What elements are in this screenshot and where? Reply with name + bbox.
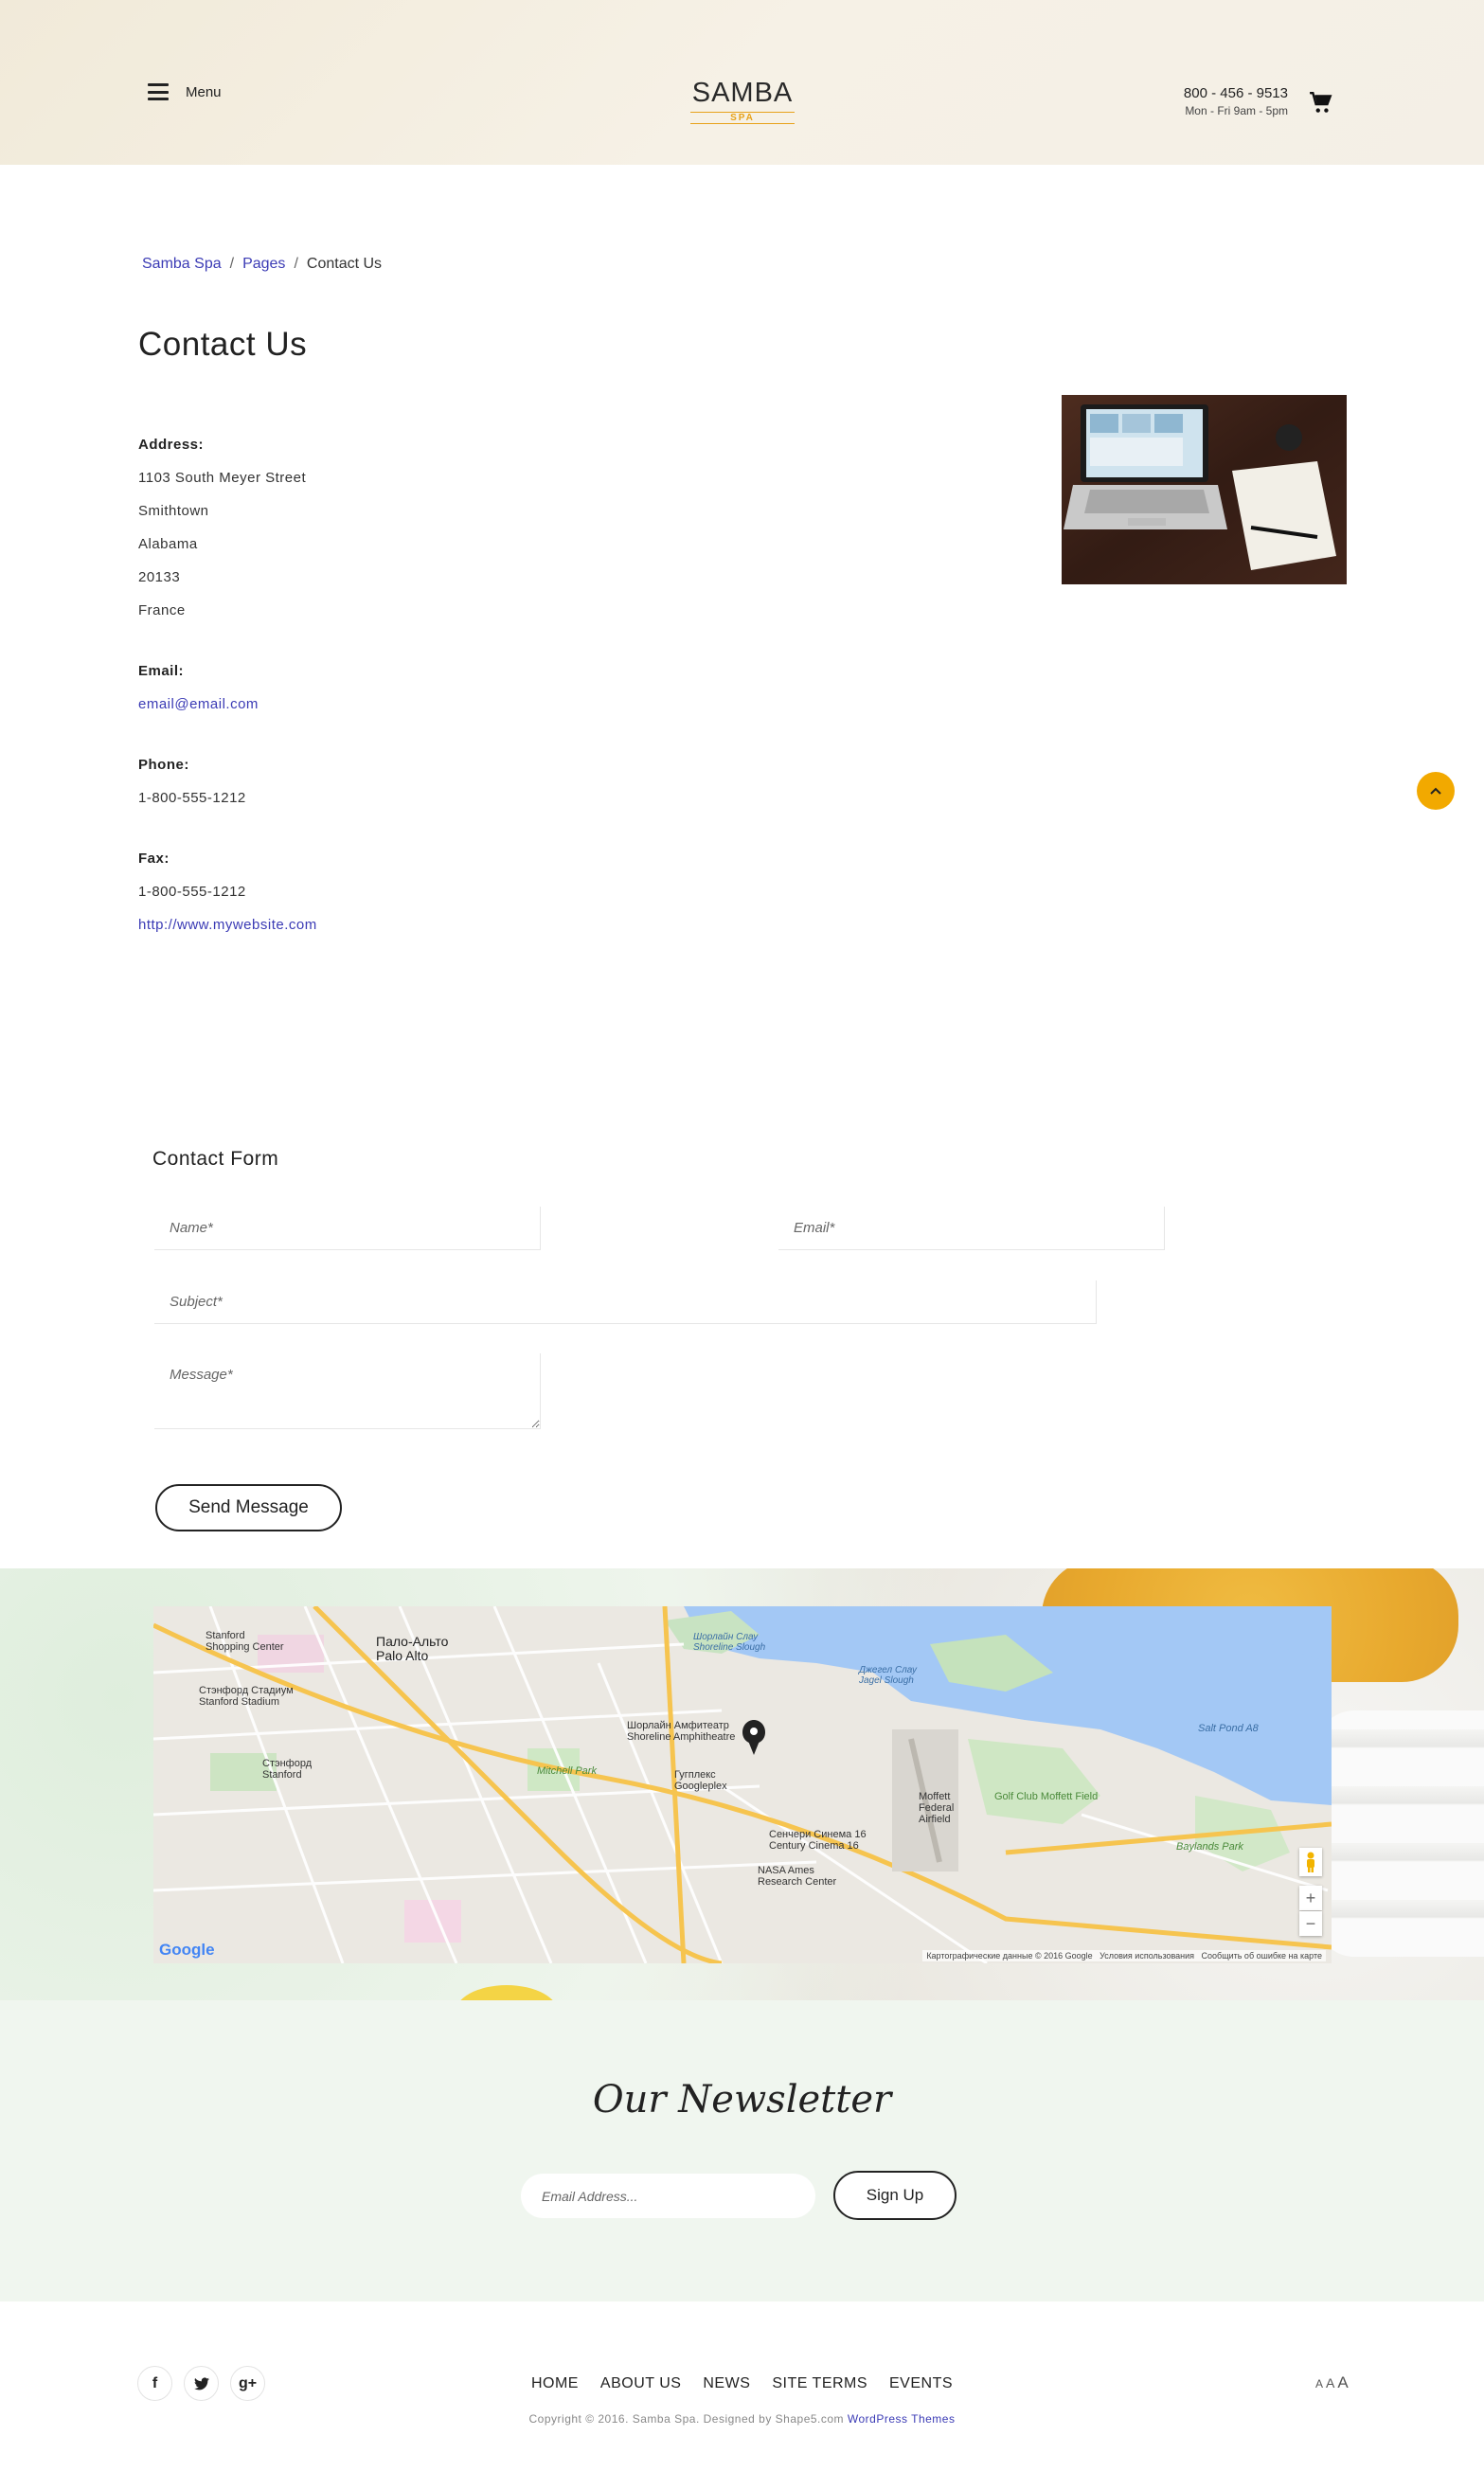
email-input[interactable]: [778, 1207, 1165, 1250]
contact-info: Address: 1103 South Meyer Street Smithto…: [138, 428, 317, 941]
newsletter-title: Our Newsletter: [592, 2078, 892, 2122]
name-input[interactable]: [154, 1207, 541, 1250]
website-link[interactable]: http://www.mywebsite.com: [138, 917, 317, 933]
address-line: 20133: [138, 569, 181, 585]
site-logo[interactable]: SAMBA SPA: [682, 78, 803, 124]
footer-link-about[interactable]: ABOUT US: [600, 2375, 682, 2391]
address-line: Alabama: [138, 536, 198, 552]
font-size-medium[interactable]: A: [1326, 2375, 1334, 2391]
google-map[interactable]: Stanford Shopping Center Пало-Альто Palo…: [153, 1606, 1332, 1963]
footer-link-site-terms[interactable]: SITE TERMS: [772, 2375, 867, 2391]
footer-link-news[interactable]: NEWS: [703, 2375, 750, 2391]
cart-icon[interactable]: [1309, 91, 1333, 116]
message-textarea[interactable]: [154, 1353, 541, 1429]
map-label: Шорлайн Слау Shoreline Slough: [693, 1632, 766, 1653]
map-label: Stanford Shopping Center: [206, 1630, 284, 1653]
zoom-out-button[interactable]: −: [1299, 1911, 1322, 1936]
subject-input[interactable]: [154, 1280, 1097, 1324]
address-line: France: [138, 602, 186, 618]
map-label: Шорлайн Амфитеатр Shoreline Amphitheatre: [627, 1720, 736, 1743]
zoom-in-button[interactable]: +: [1299, 1886, 1322, 1910]
fax-value: 1-800-555-1212: [138, 884, 246, 900]
menu-label: Menu: [186, 83, 222, 100]
breadcrumb: Samba Spa / Pages / Contact Us: [142, 256, 382, 273]
newsletter-email-input[interactable]: [521, 2174, 815, 2218]
newsletter-signup-button[interactable]: Sign Up: [833, 2171, 957, 2220]
menu-button[interactable]: Menu: [148, 83, 222, 100]
map-label: Стэнфорд Стадиум Stanford Stadium: [199, 1685, 294, 1708]
address-label: Address:: [138, 437, 205, 453]
map-label: Стэнфорд Stanford: [262, 1758, 313, 1781]
copyright: Copyright © 2016. Samba Spa. Designed by…: [0, 2412, 1484, 2426]
breadcrumb-link-pages[interactable]: Pages: [242, 256, 285, 272]
send-message-button[interactable]: Send Message: [155, 1484, 342, 1531]
site-header: Menu SAMBA SPA 800 - 456 - 9513 Mon - Fr…: [0, 0, 1484, 165]
logo-subtext: SPA: [690, 112, 795, 124]
newsletter-section: Our Newsletter Sign Up: [0, 2000, 1484, 2301]
hamburger-icon: [148, 83, 169, 100]
scroll-to-top-button[interactable]: [1417, 772, 1455, 810]
site-footer: f g+ HOME ABOUT US NEWS SITE TERMS EVENT…: [0, 2301, 1484, 2489]
map-label: NASA Ames Research Center: [758, 1865, 837, 1888]
font-size-controls: AAA: [1315, 2373, 1351, 2392]
lemon-decoration: [455, 1985, 559, 2000]
contact-form-title: Contact Form: [152, 1148, 279, 1170]
footer-nav: HOME ABOUT US NEWS SITE TERMS EVENTS: [0, 2375, 1484, 2392]
footer-link-events[interactable]: EVENTS: [889, 2375, 953, 2391]
breadcrumb-current: Contact Us: [306, 256, 383, 272]
breadcrumb-separator: /: [294, 256, 298, 272]
font-size-small[interactable]: A: [1315, 2377, 1323, 2391]
wordpress-themes-link[interactable]: WordPress Themes: [848, 2412, 956, 2426]
phone-value: 1-800-555-1212: [138, 790, 246, 806]
map-label: Moffett Federal Airfield: [919, 1791, 955, 1825]
address-line: 1103 South Meyer Street: [138, 470, 307, 486]
copyright-text: Copyright © 2016. Samba Spa. Designed by…: [528, 2412, 848, 2426]
towel-decoration: [1316, 1710, 1484, 1957]
google-logo: Google: [159, 1941, 215, 1959]
header-hours: Mon - Fri 9am - 5pm: [1185, 104, 1288, 117]
map-attribution: Картографические данные © 2016 Google Ус…: [922, 1950, 1326, 1961]
header-contact: 800 - 456 - 9513 Mon - Fri 9am - 5pm: [1184, 85, 1288, 117]
logo-text: SAMBA: [691, 78, 794, 108]
map-label: Mitchell Park: [537, 1765, 597, 1777]
map-label: Пало-Альто Palo Alto: [376, 1634, 449, 1663]
fax-label: Fax:: [138, 851, 170, 867]
map-label: Джегел Слау Jagel Slough: [859, 1665, 918, 1686]
phone-label: Phone:: [138, 757, 189, 773]
map-label: Гугплекс Googleplex: [674, 1769, 727, 1792]
map-label: Сенчери Синема 16 Century Cinema 16: [769, 1829, 867, 1852]
map-label: Baylands Park: [1176, 1841, 1243, 1853]
email-link[interactable]: email@email.com: [138, 696, 259, 712]
font-size-large[interactable]: A: [1337, 2373, 1348, 2391]
email-label: Email:: [138, 663, 185, 679]
breadcrumb-separator: /: [229, 256, 235, 272]
map-label: Golf Club Moffett Field: [994, 1791, 1099, 1802]
breadcrumb-link-home[interactable]: Samba Spa: [142, 256, 222, 272]
header-phone: 800 - 456 - 9513: [1183, 85, 1288, 101]
footer-link-home[interactable]: HOME: [531, 2375, 579, 2391]
map-label: Salt Pond A8: [1198, 1723, 1259, 1734]
contact-photo: [1062, 395, 1347, 584]
street-view-pegman-icon[interactable]: [1299, 1848, 1322, 1876]
page-title: Contact Us: [138, 326, 308, 363]
address-line: Smithtown: [138, 503, 209, 519]
chevron-up-icon: [1430, 787, 1441, 795]
